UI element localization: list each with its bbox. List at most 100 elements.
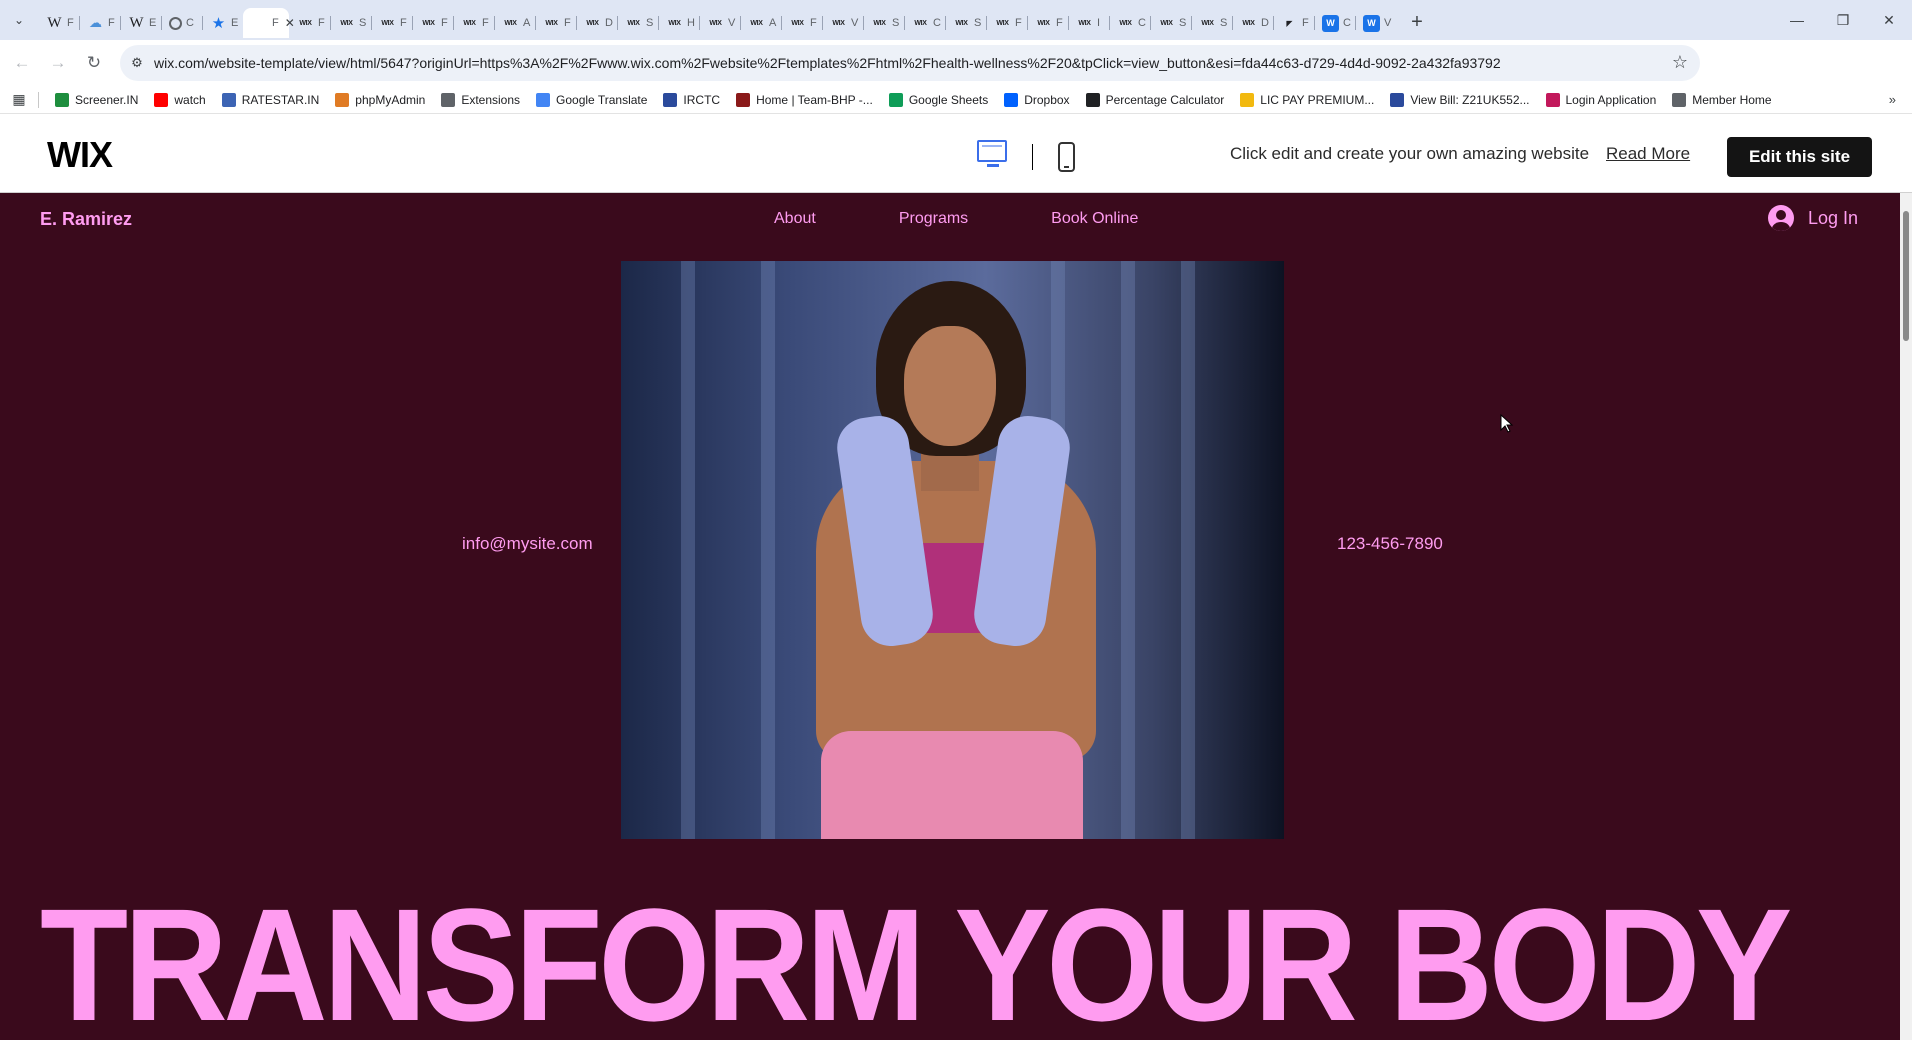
nav-about[interactable]: About — [774, 210, 816, 228]
browser-tab[interactable]: WE — [120, 8, 161, 38]
scrollbar-thumb[interactable] — [1903, 211, 1909, 341]
tab-title: C — [186, 17, 194, 29]
tab-title: E — [231, 17, 239, 29]
nav-programs[interactable]: Programs — [899, 210, 968, 228]
tab-title: F — [1015, 17, 1022, 29]
mouse-cursor-icon — [1500, 414, 1514, 433]
browser-tab[interactable]: WIX S — [617, 8, 658, 38]
browser-tab[interactable]: WIX F — [412, 8, 453, 38]
browser-tab[interactable]: WIX S — [1150, 8, 1191, 38]
wix-icon: WIX — [586, 19, 599, 27]
mobile-view-icon[interactable] — [1058, 142, 1075, 172]
browser-tab[interactable]: WF — [38, 8, 79, 38]
browser-tab[interactable]: WIX A — [740, 8, 781, 38]
bookmark-label: LIC PAY PREMIUM... — [1260, 92, 1375, 107]
browser-tab[interactable]: WIX C — [1109, 8, 1150, 38]
browser-tab[interactable]: WIX D — [1232, 8, 1273, 38]
wix-icon: WIX — [299, 19, 312, 27]
browser-tab[interactable]: WIX F — [1027, 8, 1068, 38]
bookmarks-bar: ▦ Screener.IN watch RATESTAR.IN phpMyAdmin E… — [0, 86, 1912, 114]
bookmark-item[interactable]: Member Home — [1664, 88, 1779, 112]
browser-tab[interactable]: WIX V — [699, 8, 740, 38]
page-scrollbar[interactable] — [1900, 193, 1912, 1040]
bookmark-item[interactable]: Percentage Calculator — [1078, 88, 1233, 112]
browser-tab[interactable]: WIX F — [535, 8, 576, 38]
login-button[interactable]: Log In — [1768, 205, 1858, 231]
bookmark-item[interactable]: Google Sheets — [881, 88, 996, 112]
read-more-link[interactable]: Read More — [1606, 144, 1690, 164]
bookmark-label: Home | Team-BHP -... — [756, 92, 873, 107]
contact-email[interactable]: info@mysite.com — [462, 534, 593, 554]
new-tab-button[interactable]: + — [1402, 7, 1432, 37]
bookmark-label: phpMyAdmin — [355, 92, 426, 107]
sheets-icon — [888, 92, 903, 107]
bookmark-item[interactable]: Extensions — [433, 88, 528, 112]
site-nav: About Programs Book Online — [774, 210, 1221, 228]
browser-tab[interactable]: F ✕ — [243, 8, 295, 38]
wikipedia-icon: W — [129, 14, 144, 31]
restore-button[interactable]: ❐ — [1820, 0, 1866, 40]
bookmark-item[interactable]: View Bill: Z21UK552... — [1382, 88, 1537, 112]
more-bookmarks-icon[interactable]: » — [1889, 92, 1896, 107]
wix-logo[interactable]: WIX — [47, 134, 113, 176]
wix-icon: WIX — [340, 19, 353, 27]
bookmark-item[interactable]: IRCTC — [655, 88, 728, 112]
bookmark-item[interactable]: Google Translate — [528, 88, 655, 112]
browser-tab[interactable]: ◤ F — [1273, 8, 1314, 38]
browser-tab[interactable]: WIX D — [576, 8, 617, 38]
translate-icon — [536, 92, 551, 107]
tab-title: D — [1261, 17, 1269, 29]
tab-search-button[interactable]: ⌄ — [0, 0, 38, 40]
browser-tab[interactable]: WIX S — [945, 8, 986, 38]
browser-tab[interactable]: C — [161, 8, 202, 38]
browser-tab[interactable]: WIX A — [494, 8, 535, 38]
browser-tab[interactable]: ☁ F — [79, 8, 120, 38]
address-bar[interactable]: ⚙ wix.com/website-template/view/html/564… — [120, 45, 1700, 81]
browser-tab[interactable]: WIX F — [371, 8, 412, 38]
contact-phone[interactable]: 123-456-7890 — [1337, 534, 1443, 554]
bookmark-item[interactable]: Home | Team-BHP -... — [728, 88, 881, 112]
browser-tab[interactable]: WIX S — [1191, 8, 1232, 38]
browser-tab[interactable]: WIX F — [453, 8, 494, 38]
browser-tab[interactable]: WV — [1355, 8, 1396, 38]
browser-tab[interactable]: WIX S — [863, 8, 904, 38]
bookmark-item[interactable]: phpMyAdmin — [327, 88, 433, 112]
browser-tab[interactable]: WIX C — [904, 8, 945, 38]
wix-message: Click edit and create your own amazing w… — [1230, 144, 1590, 163]
reload-button[interactable]: ↻ — [76, 45, 112, 81]
browser-tab[interactable]: ★ E — [202, 8, 243, 38]
bookmark-item[interactable]: LIC PAY PREMIUM... — [1232, 88, 1382, 112]
wix-icon: WIX — [750, 19, 763, 27]
tab-title: V — [728, 17, 736, 29]
bookmark-item[interactable]: Dropbox — [996, 88, 1077, 112]
forward-button[interactable]: → — [40, 45, 76, 81]
browser-tab[interactable]: WIX S — [330, 8, 371, 38]
site-info-icon[interactable]: ⚙ — [120, 55, 154, 71]
bookmark-item[interactable]: RATESTAR.IN — [214, 88, 328, 112]
close-window-button[interactable]: ✕ — [1866, 0, 1912, 40]
url-text[interactable]: wix.com/website-template/view/html/5647?… — [154, 55, 1624, 71]
wikipedia-icon: W — [47, 14, 62, 31]
bookmark-item[interactable]: Screener.IN — [47, 88, 146, 112]
bookmark-item[interactable]: watch — [146, 88, 213, 112]
bookmark-item[interactable]: Login Application — [1538, 88, 1665, 112]
browser-tab[interactable]: WC — [1314, 8, 1355, 38]
browser-tab[interactable]: WIX F — [289, 8, 330, 38]
edit-site-button[interactable]: Edit this site — [1727, 137, 1872, 177]
browser-tab[interactable]: WIX F — [781, 8, 822, 38]
browser-tab[interactable]: WIX F — [986, 8, 1027, 38]
tab-title: S — [359, 17, 367, 29]
wix-icon: WIX — [1119, 19, 1132, 27]
hero-image — [621, 261, 1284, 839]
apps-grid-icon[interactable]: ▦ — [0, 91, 38, 108]
back-button[interactable]: ← — [4, 45, 40, 81]
tab-title: F — [1056, 17, 1063, 29]
minimize-button[interactable]: — — [1774, 0, 1820, 40]
browser-tab[interactable]: WIX V — [822, 8, 863, 38]
browser-tab[interactable]: WIX I — [1068, 8, 1109, 38]
nav-book-online[interactable]: Book Online — [1051, 210, 1138, 228]
desktop-view-icon[interactable] — [977, 140, 1007, 167]
browser-tab[interactable]: WIX H — [658, 8, 699, 38]
site-brand[interactable]: E. Ramirez — [40, 209, 132, 230]
bookmark-star-icon[interactable]: ☆ — [1672, 52, 1688, 73]
